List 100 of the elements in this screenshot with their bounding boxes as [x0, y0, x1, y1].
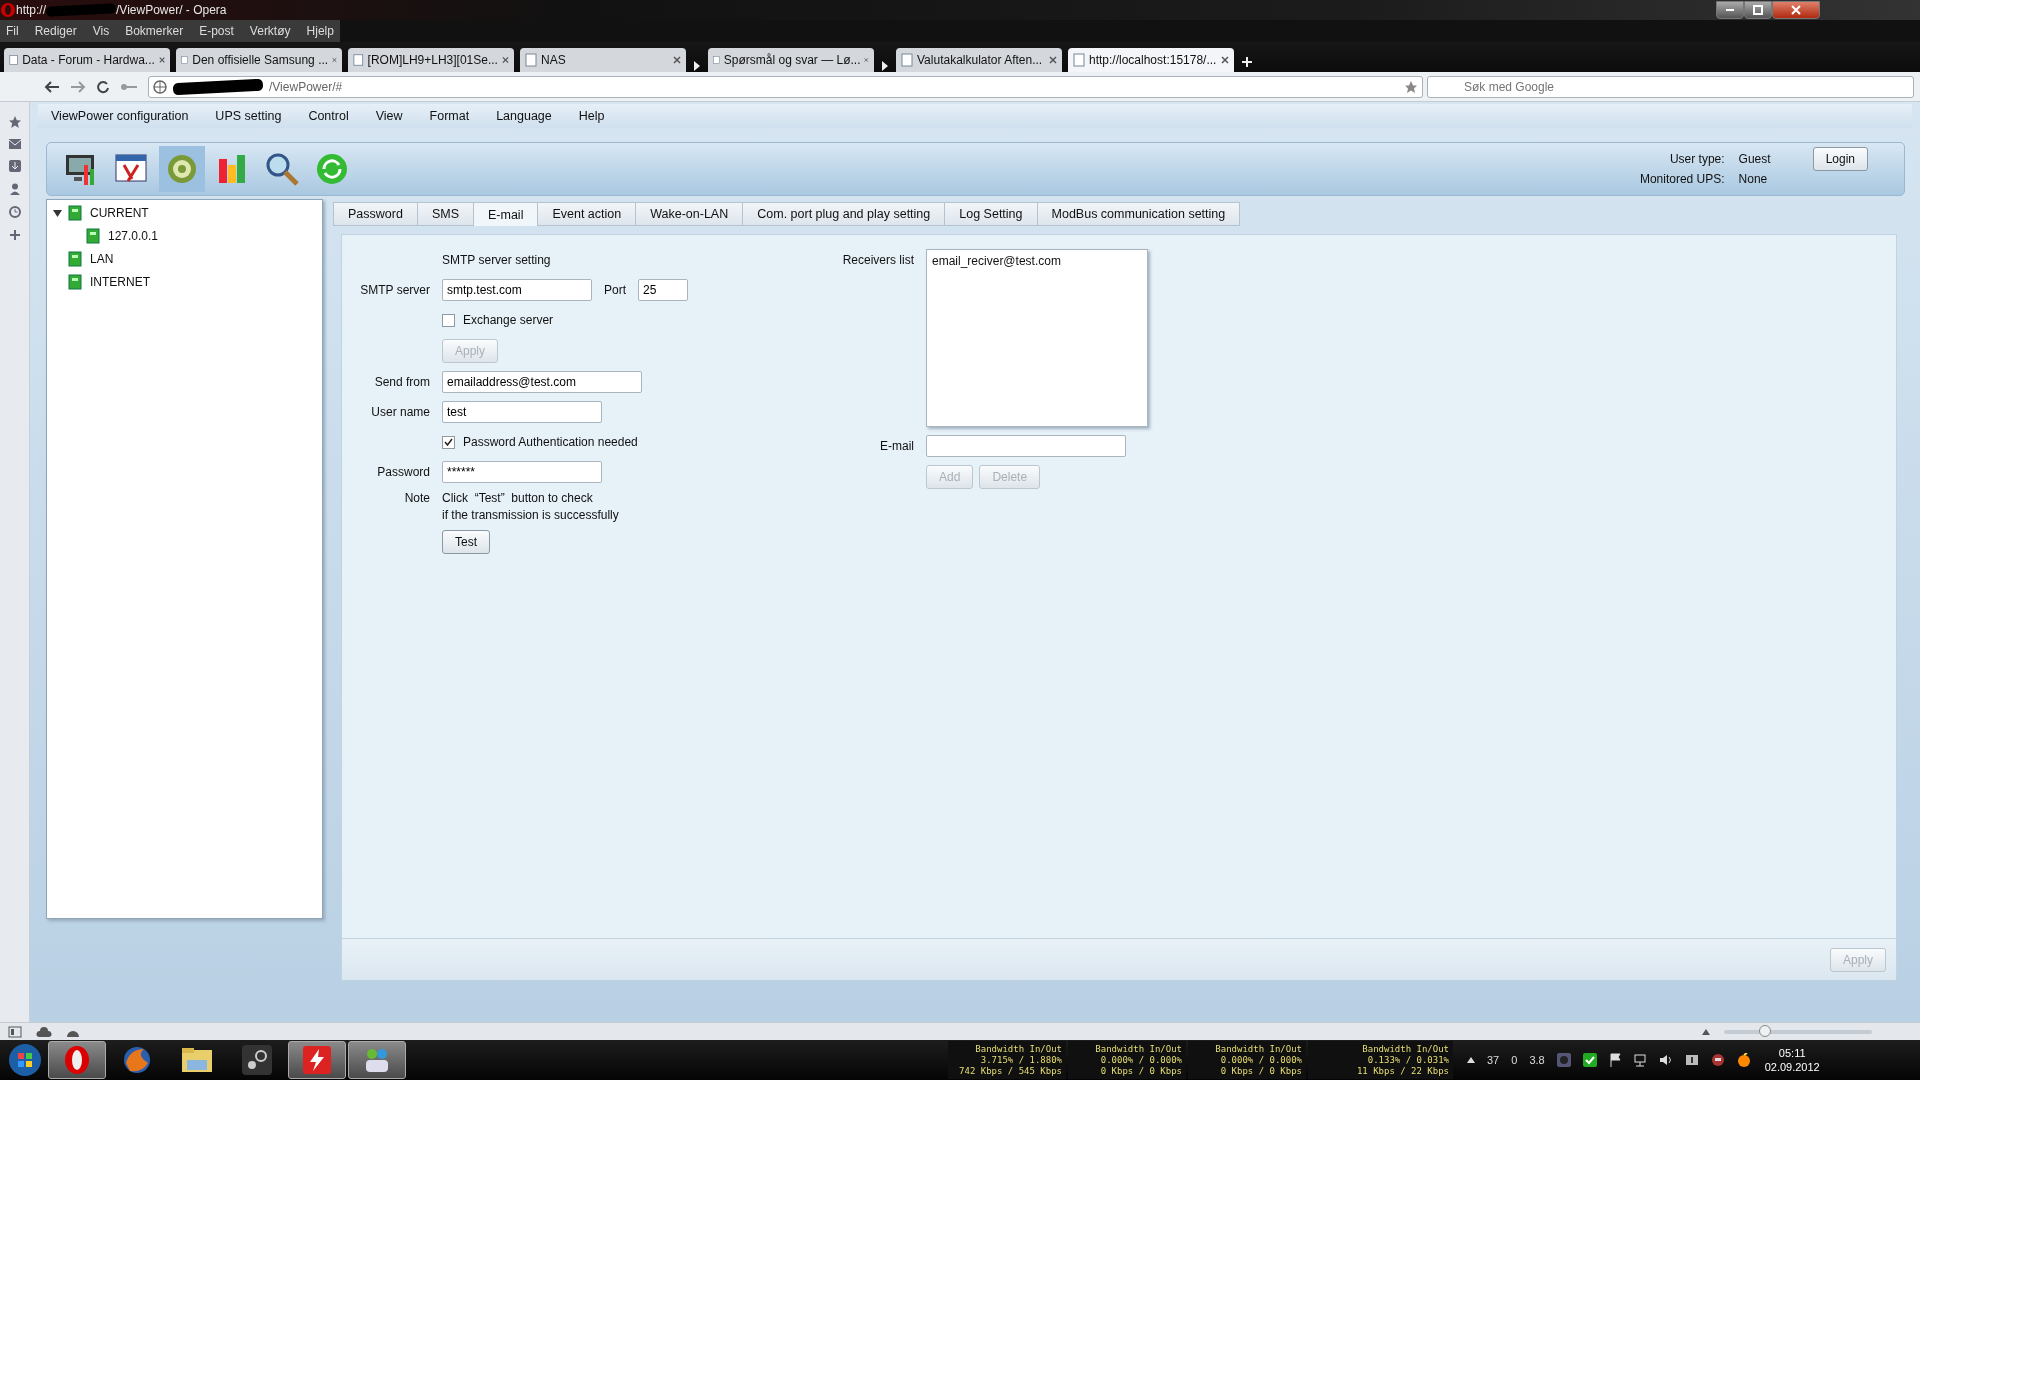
bandwidth-meter: Bandwidth In/Out 0.000% / 0.000% 0 Kbps / 0 Kbps — [1068, 1041, 1186, 1079]
menu-item[interactable]: E-post — [199, 24, 234, 38]
section-heading: SMTP server setting — [442, 253, 551, 267]
tab[interactable]: Com. port plug and play setting — [743, 202, 946, 226]
caret-icon[interactable] — [1702, 1028, 1710, 1035]
menu-item[interactable]: View — [375, 109, 403, 123]
menu-item[interactable]: Bokmerker — [125, 24, 184, 38]
minimize-button[interactable] — [1716, 1, 1744, 19]
menu-item[interactable]: Vis — [92, 24, 110, 38]
tree-item[interactable]: 127.0.0.1 — [108, 229, 159, 243]
address-field[interactable]: /ViewPower/# — [148, 75, 1423, 98]
browser-tab[interactable]: Valutakalkulator Aften... — [896, 48, 1062, 72]
close-icon[interactable] — [158, 56, 165, 64]
flag-icon[interactable] — [1608, 1053, 1621, 1067]
tree-item[interactable]: LAN — [90, 252, 114, 266]
search-field[interactable]: Søk med Google — [1427, 75, 1914, 98]
browser-tab[interactable]: Data - Forum - Hardwa... — [4, 48, 170, 72]
close-icon[interactable] — [864, 56, 869, 64]
star-icon[interactable] — [1404, 79, 1418, 94]
browser-tab[interactable]: http://localhost:15178/... — [1068, 48, 1234, 72]
list-item[interactable]: email_reciver@test.com — [932, 254, 1142, 268]
browser-tab[interactable]: [ROM]LH9+LH3][01Se... — [348, 48, 514, 72]
panel-toggle-icon[interactable] — [8, 1025, 22, 1038]
close-icon[interactable] — [1049, 56, 1057, 64]
input-field[interactable]: emailaddress@test.com — [442, 371, 642, 393]
field-label: User name — [370, 405, 430, 419]
menu-item[interactable]: Fil — [6, 24, 19, 38]
display-icon[interactable] — [1684, 1054, 1699, 1066]
tray-reading: 3.8 — [1529, 1054, 1545, 1066]
browser-tab[interactable]: Den offisielle Samsung ... — [176, 48, 342, 72]
field-label: E-mail — [879, 439, 914, 453]
checkbox[interactable]: Password Authentication needed — [442, 435, 638, 449]
input-field[interactable]: test — [442, 401, 602, 423]
close-icon[interactable] — [332, 56, 337, 64]
reload-icon[interactable] — [96, 79, 110, 94]
tree-item[interactable]: CURRENT — [90, 206, 149, 220]
taskbar-button[interactable] — [348, 1041, 406, 1079]
field-label: Password — [376, 465, 430, 479]
tab[interactable]: Log Setting — [945, 202, 1038, 226]
note-text: Click “Test” button to check — [442, 491, 594, 505]
search-icon — [264, 151, 300, 187]
menu-item[interactable]: Verktøy — [249, 24, 291, 38]
page-icon — [901, 53, 913, 67]
close-icon[interactable] — [501, 56, 509, 64]
menu-item[interactable]: Rediger — [34, 24, 77, 38]
login-button[interactable]: Login — [1812, 147, 1868, 171]
input-field[interactable]: ****** — [442, 461, 602, 483]
caret-icon[interactable] — [1467, 1057, 1475, 1063]
menu-item[interactable]: Hjelp — [306, 24, 334, 38]
tab-stack-arrow-icon[interactable] — [880, 60, 890, 72]
check-icon[interactable] — [1582, 1053, 1597, 1067]
menu-item[interactable]: Language — [496, 109, 552, 123]
page-icon — [9, 53, 19, 67]
field-label: User type: — [1668, 152, 1725, 166]
input-field[interactable]: smtp.test.com — [442, 279, 592, 301]
maximize-icon — [1753, 5, 1763, 15]
tab[interactable]: Wake-on-LAN — [636, 202, 744, 226]
close-icon[interactable] — [673, 56, 681, 64]
clock-icon[interactable] — [8, 206, 21, 218]
tab[interactable]: Event action — [538, 202, 637, 226]
star-icon[interactable] — [8, 116, 21, 128]
speaker-icon[interactable] — [1658, 1053, 1673, 1067]
receivers-list[interactable]: email_reciver@test.com — [926, 249, 1148, 427]
checkbox[interactable]: Exchange server — [442, 313, 554, 327]
browser-tab[interactable]: Spørsmål og svar — Lø... — [708, 48, 874, 72]
menu-item[interactable]: Control — [308, 109, 349, 123]
maximize-button[interactable] — [1744, 1, 1772, 19]
tab[interactable]: Password — [333, 202, 418, 226]
menu-item[interactable]: Help — [578, 109, 605, 123]
page-icon — [181, 53, 189, 67]
close-button[interactable] — [1772, 1, 1820, 19]
tab[interactable]: E-mail — [474, 202, 539, 226]
back-arrow-icon[interactable] — [44, 79, 60, 94]
taskbar-button[interactable] — [48, 1041, 106, 1079]
windows-logo-icon — [8, 1043, 42, 1077]
browser-tab[interactable]: NAS — [520, 48, 686, 72]
test-button[interactable]: Test — [442, 530, 490, 554]
menu-item[interactable]: Format — [429, 109, 470, 123]
menu-item[interactable]: ViewPower configuration — [51, 109, 189, 123]
tab[interactable]: SMS — [417, 202, 474, 226]
bandwidth-meter: Bandwidth In/Out 3.715% / 1.880% 742 Kbps / 545 Kbps — [948, 1041, 1066, 1079]
tree-item[interactable]: INTERNET — [90, 275, 150, 289]
field-label: Send from — [373, 375, 430, 389]
expand-arrow-icon[interactable] — [53, 208, 62, 218]
mail-icon[interactable] — [8, 139, 21, 149]
taskbar-button[interactable] — [288, 1041, 346, 1079]
tab[interactable]: ModBus communication setting — [1037, 202, 1241, 226]
input-field[interactable] — [926, 435, 1126, 457]
clock-time: 05:11 — [1778, 1046, 1806, 1060]
cloud-icon[interactable] — [36, 1025, 52, 1038]
opera-logo-icon — [0, 2, 16, 18]
person-icon[interactable] — [8, 183, 21, 195]
input-field[interactable]: 25 — [638, 279, 688, 301]
page-icon — [525, 53, 537, 67]
network-icon[interactable] — [1632, 1053, 1647, 1067]
download-icon[interactable] — [8, 160, 21, 172]
fruit-icon[interactable] — [1736, 1053, 1751, 1067]
close-icon[interactable] — [1221, 56, 1229, 64]
menu-item[interactable]: UPS setting — [215, 109, 282, 123]
tab-stack-arrow-icon[interactable] — [692, 60, 702, 72]
